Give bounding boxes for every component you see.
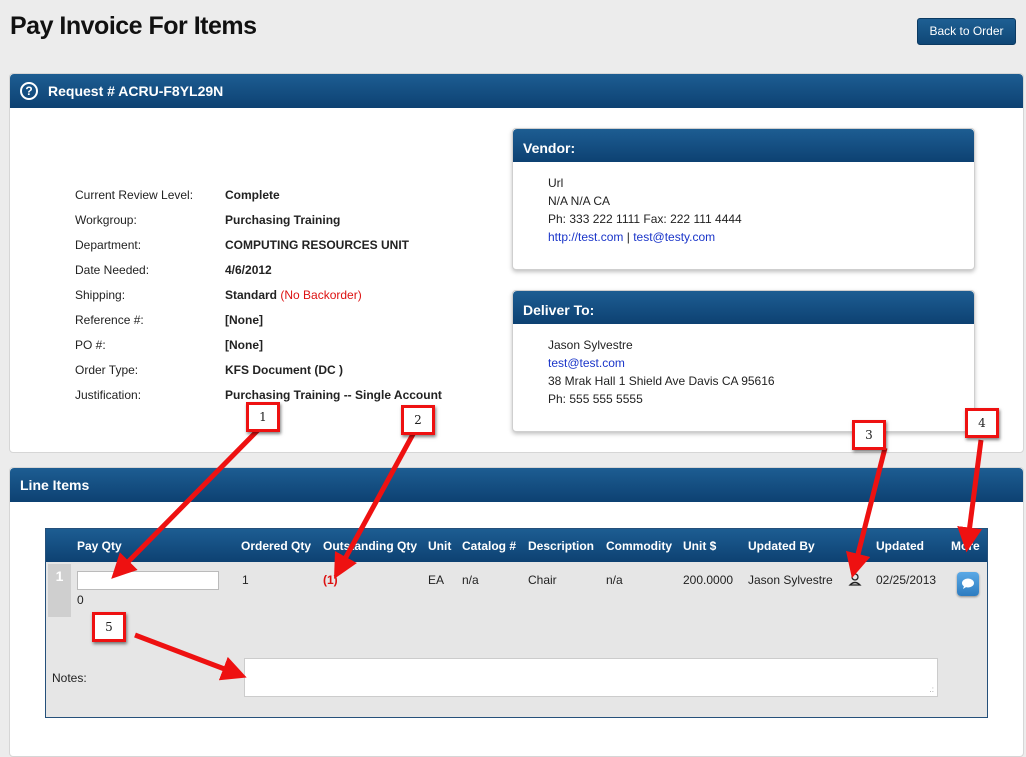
more-button[interactable]	[957, 572, 979, 596]
catalog-cell: n/a	[462, 573, 479, 587]
description-cell: Chair	[528, 573, 557, 587]
updated-by-cell: Jason Sylvestre	[748, 573, 833, 587]
vendor-panel: Vendor: Url N/A N/A CA Ph: 333 222 1111 …	[512, 128, 975, 270]
notes-textarea[interactable]: .:	[244, 658, 938, 697]
comment-bubble-icon	[962, 578, 974, 589]
col-pay-qty: Pay Qty	[77, 539, 122, 553]
unit-cell: EA	[428, 573, 445, 587]
deliver-to-panel: Deliver To: Jason Sylvestre test@test.co…	[512, 290, 975, 432]
page-title: Pay Invoice For Items	[10, 12, 257, 40]
vendor-phone: Ph: 333 222 1111 Fax: 222 111 4444	[548, 212, 742, 226]
deliver-to-header: Deliver To:	[513, 291, 974, 324]
col-description: Description	[528, 539, 595, 553]
col-unit-price: Unit $	[683, 539, 717, 553]
callout-1: 1	[246, 402, 280, 432]
line-items-table: Pay Qty Ordered Qty Outstanding Qty Unit…	[45, 528, 988, 718]
vendor-email-link[interactable]: test@testy.com	[633, 230, 715, 244]
unit-price-cell: 200.0000	[683, 573, 734, 587]
col-commodity: Commodity	[606, 539, 672, 553]
help-icon[interactable]: ?	[20, 81, 38, 100]
back-to-order-button[interactable]: Back to Order	[917, 18, 1016, 45]
callout-4: 4	[965, 408, 999, 438]
commodity-cell: n/a	[606, 573, 623, 587]
user-icon[interactable]	[848, 572, 862, 589]
vendor-name: Url	[548, 176, 564, 190]
pay-qty-input[interactable]	[77, 571, 219, 590]
col-unit: Unit	[428, 539, 452, 553]
request-number: Request # ACRU-F8YL29N	[48, 83, 224, 99]
col-catalog: Catalog #	[462, 539, 517, 553]
vendor-website-link[interactable]: http://test.com	[548, 230, 623, 244]
col-updated: Updated	[876, 539, 924, 553]
ordered-qty-cell: 1	[242, 573, 249, 587]
deliver-phone: Ph: 555 555 5555	[548, 392, 643, 406]
callout-2: 2	[401, 405, 435, 435]
deliver-address: 38 Mrak Hall 1 Shield Ave Davis CA 95616	[548, 374, 775, 388]
col-more: More	[951, 539, 980, 553]
outstanding-qty-cell: (1)	[323, 573, 338, 587]
row-number: 1	[48, 564, 71, 617]
col-outstanding-qty: Outstanding Qty	[323, 539, 417, 553]
vendor-header: Vendor:	[513, 129, 974, 162]
callout-3: 3	[852, 420, 886, 450]
table-header-row: Pay Qty Ordered Qty Outstanding Qty Unit…	[46, 529, 987, 562]
col-ordered-qty: Ordered Qty	[241, 539, 312, 553]
vendor-location: N/A N/A CA	[548, 194, 611, 208]
request-header: ? Request # ACRU-F8YL29N	[10, 74, 1023, 108]
callout-5: 5	[92, 612, 126, 642]
updated-cell: 02/25/2013	[876, 573, 937, 587]
col-updated-by: Updated By	[748, 539, 815, 553]
deliver-name: Jason Sylvestre	[548, 338, 633, 352]
resize-grip-icon[interactable]: .:	[930, 685, 934, 694]
pay-qty-zero: 0	[77, 593, 84, 607]
no-backorder-note: (No Backorder)	[280, 288, 362, 302]
deliver-email-link[interactable]: test@test.com	[548, 356, 625, 370]
notes-label: Notes:	[52, 671, 87, 685]
line-items-header: Line Items	[10, 468, 1023, 502]
